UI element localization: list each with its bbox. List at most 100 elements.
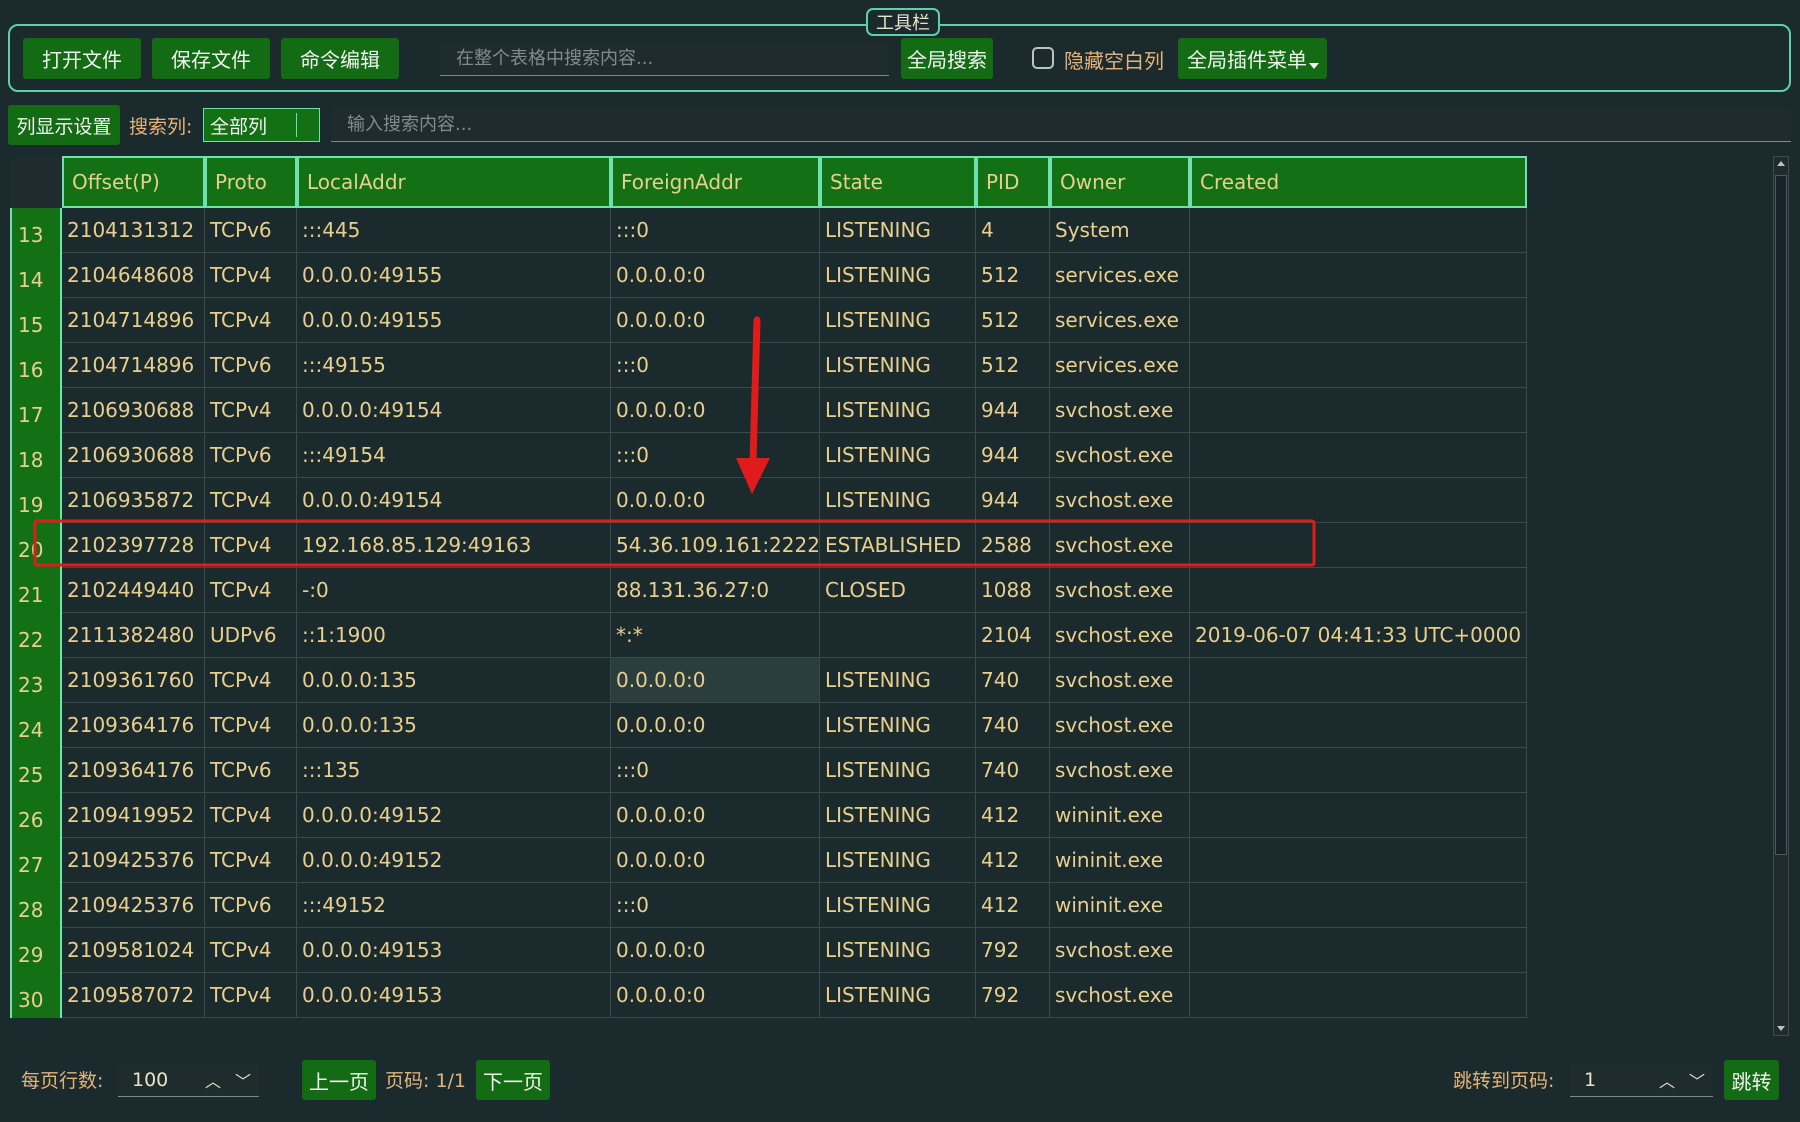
table-cell[interactable]: :::0: [611, 343, 820, 388]
table-cell[interactable]: 54.36.109.161:2222: [611, 523, 820, 568]
row-number[interactable]: 13: [10, 208, 62, 253]
row-number[interactable]: 22: [10, 613, 62, 658]
table-cell[interactable]: services.exe: [1050, 298, 1190, 343]
command-edit-button[interactable]: 命令编辑: [281, 38, 399, 79]
table-cell[interactable]: LISTENING: [820, 703, 976, 748]
row-number[interactable]: 29: [10, 928, 62, 973]
table-cell[interactable]: svchost.exe: [1050, 523, 1190, 568]
table-cell[interactable]: TCPv4: [205, 253, 297, 298]
table-cell[interactable]: LISTENING: [820, 253, 976, 298]
table-cell[interactable]: 0.0.0.0:0: [611, 928, 820, 973]
table-row[interactable]: 18 2106930688 TCPv6:::49154:::0 LISTENING 94…: [10, 433, 1527, 478]
table-cell[interactable]: TCPv4: [205, 793, 297, 838]
table-cell[interactable]: 0.0.0.0:0: [611, 478, 820, 523]
table-row[interactable]: 20 2102397728 TCPv4 192.168.85.129:49163 54.…: [10, 523, 1527, 568]
table-cell[interactable]: LISTENING: [820, 298, 976, 343]
search-column-select[interactable]: 全部列: [203, 108, 320, 142]
scrollbar-thumb[interactable]: [1775, 175, 1787, 855]
row-number[interactable]: 15: [10, 298, 62, 343]
save-file-button[interactable]: 保存文件: [152, 38, 270, 79]
table-cell[interactable]: 792: [976, 973, 1050, 1018]
row-number[interactable]: 28: [10, 883, 62, 928]
table-cell[interactable]: 0.0.0.0:49152: [297, 793, 611, 838]
table-cell[interactable]: LISTENING: [820, 793, 976, 838]
table-cell[interactable]: 792: [976, 928, 1050, 973]
table-cell[interactable]: TCPv6: [205, 433, 297, 478]
table-cell[interactable]: 0.0.0.0:135: [297, 703, 611, 748]
table-cell[interactable]: 0.0.0.0:0: [611, 298, 820, 343]
table-cell[interactable]: 2109425376: [62, 883, 205, 928]
table-cell[interactable]: [1190, 478, 1527, 523]
global-search-field[interactable]: [454, 47, 889, 70]
table-cell[interactable]: 740: [976, 748, 1050, 793]
table-cell[interactable]: TCPv4: [205, 298, 297, 343]
table-cell[interactable]: :::0: [611, 208, 820, 253]
table-cell[interactable]: LISTENING: [820, 658, 976, 703]
scroll-down-arrow-icon[interactable]: [1777, 1026, 1785, 1031]
table-cell[interactable]: 412: [976, 793, 1050, 838]
table-cell[interactable]: 4: [976, 208, 1050, 253]
table-cell[interactable]: [1190, 253, 1527, 298]
table-cell[interactable]: [1190, 973, 1527, 1018]
table-cell[interactable]: :::49154: [297, 433, 611, 478]
table-row[interactable]: 27 2109425376 TCPv4 0.0.0.0:49152 0.0.0.0:0 L…: [10, 838, 1527, 883]
table-cell[interactable]: 2104648608: [62, 253, 205, 298]
table-cell[interactable]: 192.168.85.129:49163: [297, 523, 611, 568]
table-cell[interactable]: 512: [976, 253, 1050, 298]
table-cell[interactable]: LISTENING: [820, 433, 976, 478]
table-cell[interactable]: 512: [976, 298, 1050, 343]
table-row[interactable]: 14 2104648608 TCPv4 0.0.0.0:49155 0.0.0.0:0 L…: [10, 253, 1527, 298]
table-cell[interactable]: 2104714896: [62, 298, 205, 343]
table-cell[interactable]: 2111382480: [62, 613, 205, 658]
table-cell[interactable]: services.exe: [1050, 253, 1190, 298]
table-cell[interactable]: [1190, 433, 1527, 478]
table-row[interactable]: 16 2104714896 TCPv6:::49155:::0 LISTENING 51…: [10, 343, 1527, 388]
table-cell[interactable]: 2102449440: [62, 568, 205, 613]
column-header[interactable]: Created: [1190, 156, 1527, 208]
table-cell[interactable]: svchost.exe: [1050, 478, 1190, 523]
plugin-menu-button[interactable]: 全局插件菜单: [1178, 38, 1327, 79]
table-cell[interactable]: 0.0.0.0:49152: [297, 838, 611, 883]
table-cell[interactable]: LISTENING: [820, 343, 976, 388]
table-cell[interactable]: [1190, 298, 1527, 343]
column-header[interactable]: State: [820, 156, 976, 208]
table-cell[interactable]: 2019-06-07 04:41:33 UTC+0000: [1190, 613, 1527, 658]
table-cell[interactable]: :::49152: [297, 883, 611, 928]
table-row[interactable]: 25 2109364176 TCPv6:::135:::0 LISTENING 740 s…: [10, 748, 1527, 793]
row-number[interactable]: 27: [10, 838, 62, 883]
table-cell[interactable]: LISTENING: [820, 388, 976, 433]
table-cell[interactable]: TCPv4: [205, 388, 297, 433]
row-number[interactable]: 30: [10, 973, 62, 1018]
table-row[interactable]: 26 2109419952 TCPv4 0.0.0.0:49152 0.0.0.0:0 L…: [10, 793, 1527, 838]
table-cell[interactable]: 0.0.0.0:49153: [297, 928, 611, 973]
table-row[interactable]: 24 2109364176 TCPv4 0.0.0.0:135 0.0.0.0:0 LIS…: [10, 703, 1527, 748]
goto-page-button[interactable]: 跳转: [1724, 1060, 1779, 1100]
table-cell[interactable]: svchost.exe: [1050, 658, 1190, 703]
table-cell[interactable]: 1088: [976, 568, 1050, 613]
table-cell[interactable]: wininit.exe: [1050, 838, 1190, 883]
prev-page-button[interactable]: 上一页: [302, 1060, 376, 1100]
table-cell[interactable]: -:0: [297, 568, 611, 613]
table-cell[interactable]: svchost.exe: [1050, 613, 1190, 658]
table-cell[interactable]: 0.0.0.0:49154: [297, 478, 611, 523]
table-cell[interactable]: :::135: [297, 748, 611, 793]
table-cell[interactable]: System: [1050, 208, 1190, 253]
column-header[interactable]: ForeignAddr: [611, 156, 820, 208]
table-row[interactable]: 17 2106930688 TCPv4 0.0.0.0:49154 0.0.0.0:0 L…: [10, 388, 1527, 433]
table-cell[interactable]: :::0: [611, 883, 820, 928]
table-cell[interactable]: 512: [976, 343, 1050, 388]
table-cell[interactable]: LISTENING: [820, 208, 976, 253]
spin-down-icon[interactable]: ﹀: [235, 1068, 251, 1092]
global-search-input[interactable]: [440, 42, 889, 76]
table-cell[interactable]: 0.0.0.0:49155: [297, 298, 611, 343]
table-row[interactable]: 22 2111382480 UDPv6::1:1900 *:* 2104 svchost.…: [10, 613, 1527, 658]
row-number[interactable]: 21: [10, 568, 62, 613]
rows-per-page-spinbox[interactable]: 100 ︿ ﹀: [118, 1063, 259, 1097]
table-cell[interactable]: 740: [976, 658, 1050, 703]
open-file-button[interactable]: 打开文件: [23, 38, 141, 79]
table-cell[interactable]: [820, 613, 976, 658]
table-cell[interactable]: *:*: [611, 613, 820, 658]
table-cell[interactable]: [1190, 523, 1527, 568]
table-cell[interactable]: 2104714896: [62, 343, 205, 388]
spin-up-icon[interactable]: ︿: [1659, 1068, 1675, 1092]
